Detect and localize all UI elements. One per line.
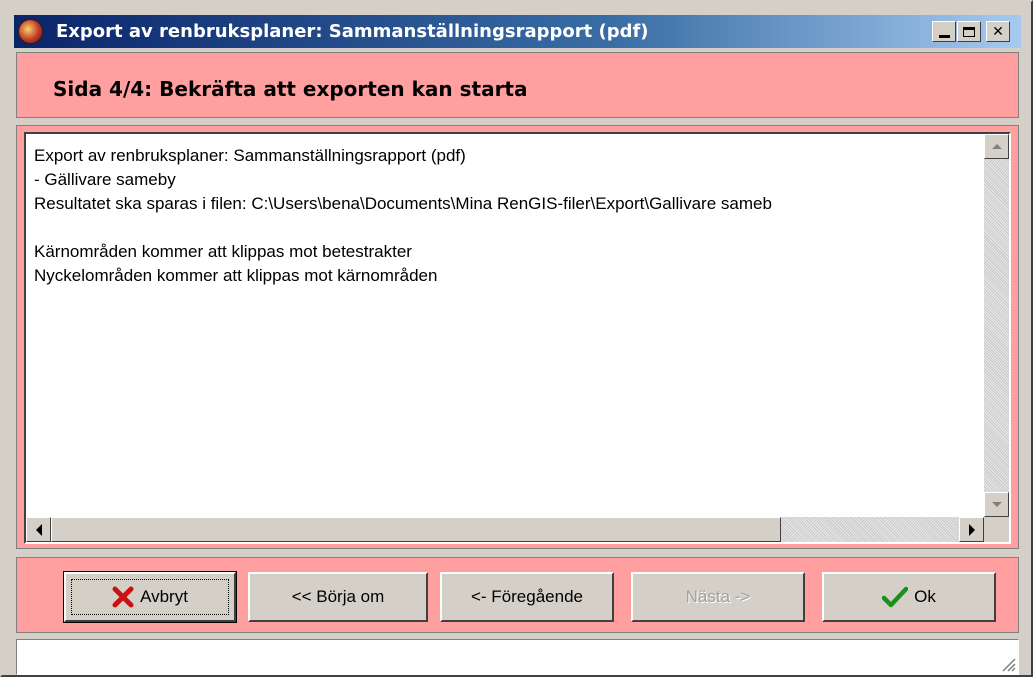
restart-button[interactable]: << Börja om <box>248 572 428 622</box>
arrow-up-icon <box>991 144 1002 149</box>
horizontal-scrollbar[interactable] <box>26 517 984 542</box>
next-button[interactable]: Nästa -> <box>631 572 805 622</box>
arrow-left-icon <box>35 523 42 536</box>
summary-line: Export av renbruksplaner: Sammanställnin… <box>34 146 466 165</box>
restart-label: << Börja om <box>291 587 385 606</box>
arrow-right-icon <box>968 523 975 536</box>
maximize-icon <box>963 26 975 37</box>
ok-label: Ok <box>914 587 936 606</box>
summary-line: Nyckelområden kommer att klippas mot kär… <box>34 266 438 285</box>
scrollbar-corner <box>984 517 1009 542</box>
dialog-window: Export av renbruksplaner: Sammanställnin… <box>0 0 1033 677</box>
summary-memo[interactable]: Export av renbruksplaner: Sammanställnin… <box>24 132 1011 544</box>
close-icon: ✕ <box>992 23 1004 40</box>
window-title: Export av renbruksplaner: Sammanställnin… <box>56 21 649 42</box>
arrow-down-icon <box>991 502 1002 507</box>
previous-button[interactable]: <- Föregående <box>440 572 614 622</box>
app-icon[interactable] <box>18 19 43 44</box>
resize-grip-icon[interactable] <box>1000 656 1016 672</box>
summary-line <box>34 216 984 240</box>
close-button[interactable]: ✕ <box>986 21 1010 42</box>
summary-line: Resultatet ska sparas i filen: C:\Users\… <box>34 194 772 213</box>
ok-button[interactable]: Ok <box>822 572 996 622</box>
scroll-down-button[interactable] <box>984 492 1009 517</box>
next-label: Nästa -> <box>685 587 751 606</box>
page-title: Sida 4/4: Bekräfta att exporten kan star… <box>53 77 528 101</box>
horizontal-scroll-thumb[interactable] <box>51 517 781 542</box>
title-bar[interactable]: Export av renbruksplaner: Sammanställnin… <box>14 15 1021 48</box>
checkmark-icon <box>882 586 909 608</box>
scroll-left-button[interactable] <box>26 517 51 542</box>
vertical-scrollbar[interactable] <box>984 134 1009 517</box>
summary-line: - Gällivare sameby <box>34 170 176 189</box>
page-header: Sida 4/4: Bekräfta att exporten kan star… <box>16 52 1019 118</box>
minimize-icon <box>938 35 950 38</box>
scroll-up-button[interactable] <box>984 134 1009 159</box>
scroll-right-button[interactable] <box>959 517 984 542</box>
status-bar <box>16 639 1019 675</box>
minimize-button[interactable] <box>932 21 956 42</box>
summary-text: Export av renbruksplaner: Sammanställnin… <box>34 144 984 288</box>
cancel-button[interactable]: Avbryt <box>63 571 237 623</box>
maximize-button[interactable] <box>957 21 981 42</box>
summary-line: Kärnområden kommer att klippas mot betes… <box>34 242 412 261</box>
focus-rectangle <box>71 579 229 615</box>
previous-label: <- Föregående <box>471 587 583 606</box>
